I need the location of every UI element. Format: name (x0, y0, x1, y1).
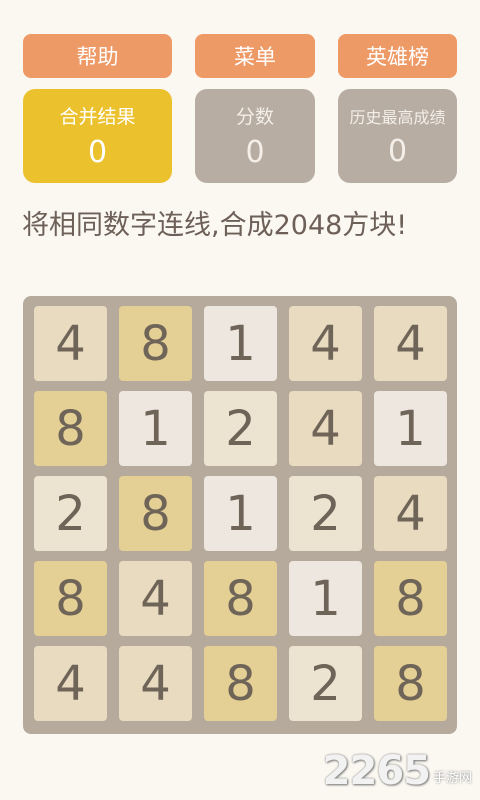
board-tile[interactable]: 4 (289, 306, 362, 381)
board-tile[interactable]: 1 (374, 391, 447, 466)
board-tile[interactable]: 4 (119, 646, 192, 721)
board-tile[interactable]: 2 (289, 646, 362, 721)
board-tile[interactable]: 1 (204, 476, 277, 551)
board-tile[interactable]: 8 (119, 306, 192, 381)
merge-result-panel: 合并结果 0 (23, 89, 172, 183)
board-tile[interactable]: 4 (374, 476, 447, 551)
board-tile[interactable]: 4 (374, 306, 447, 381)
watermark-brand: 2265 (322, 748, 431, 794)
board-tile[interactable]: 8 (204, 646, 277, 721)
best-score-value: 0 (387, 133, 408, 169)
board-tile[interactable]: 2 (289, 476, 362, 551)
board-tile[interactable]: 4 (289, 391, 362, 466)
board-tile[interactable]: 8 (374, 561, 447, 636)
board-tile[interactable]: 8 (34, 561, 107, 636)
score-label: 分数 (235, 106, 274, 128)
board-tile[interactable]: 1 (289, 561, 362, 636)
board-tile[interactable]: 8 (119, 476, 192, 551)
score-value: 0 (245, 135, 265, 170)
game-board[interactable]: 4814481241281248481844828 (23, 296, 457, 734)
board-tile[interactable]: 4 (119, 561, 192, 636)
instruction-text: 将相同数字连线,合成2048方块! (22, 210, 408, 241)
board-tile[interactable]: 2 (204, 391, 277, 466)
board-tile[interactable]: 8 (34, 391, 107, 466)
help-button[interactable]: 帮助 (23, 34, 172, 78)
board-tile[interactable]: 2 (34, 476, 107, 551)
watermark-site: 手游网 (432, 771, 472, 786)
merge-result-value: 0 (87, 135, 108, 170)
merge-result-label: 合并结果 (59, 106, 136, 128)
score-panel: 分数 0 (195, 89, 315, 183)
board-tile[interactable]: 1 (204, 306, 277, 381)
menu-button[interactable]: 菜单 (195, 34, 315, 78)
board-tile[interactable]: 8 (204, 561, 277, 636)
board-tile[interactable]: 1 (119, 391, 192, 466)
watermark: 2265 手游网 (323, 748, 472, 794)
leaderboard-button[interactable]: 英雄榜 (338, 34, 457, 78)
best-score-label: 历史最高成绩 (349, 107, 446, 127)
board-tile[interactable]: 4 (34, 646, 107, 721)
board-tile[interactable]: 8 (374, 646, 447, 721)
best-score-panel: 历史最高成绩 0 (338, 89, 457, 183)
board-tile[interactable]: 4 (34, 306, 107, 381)
